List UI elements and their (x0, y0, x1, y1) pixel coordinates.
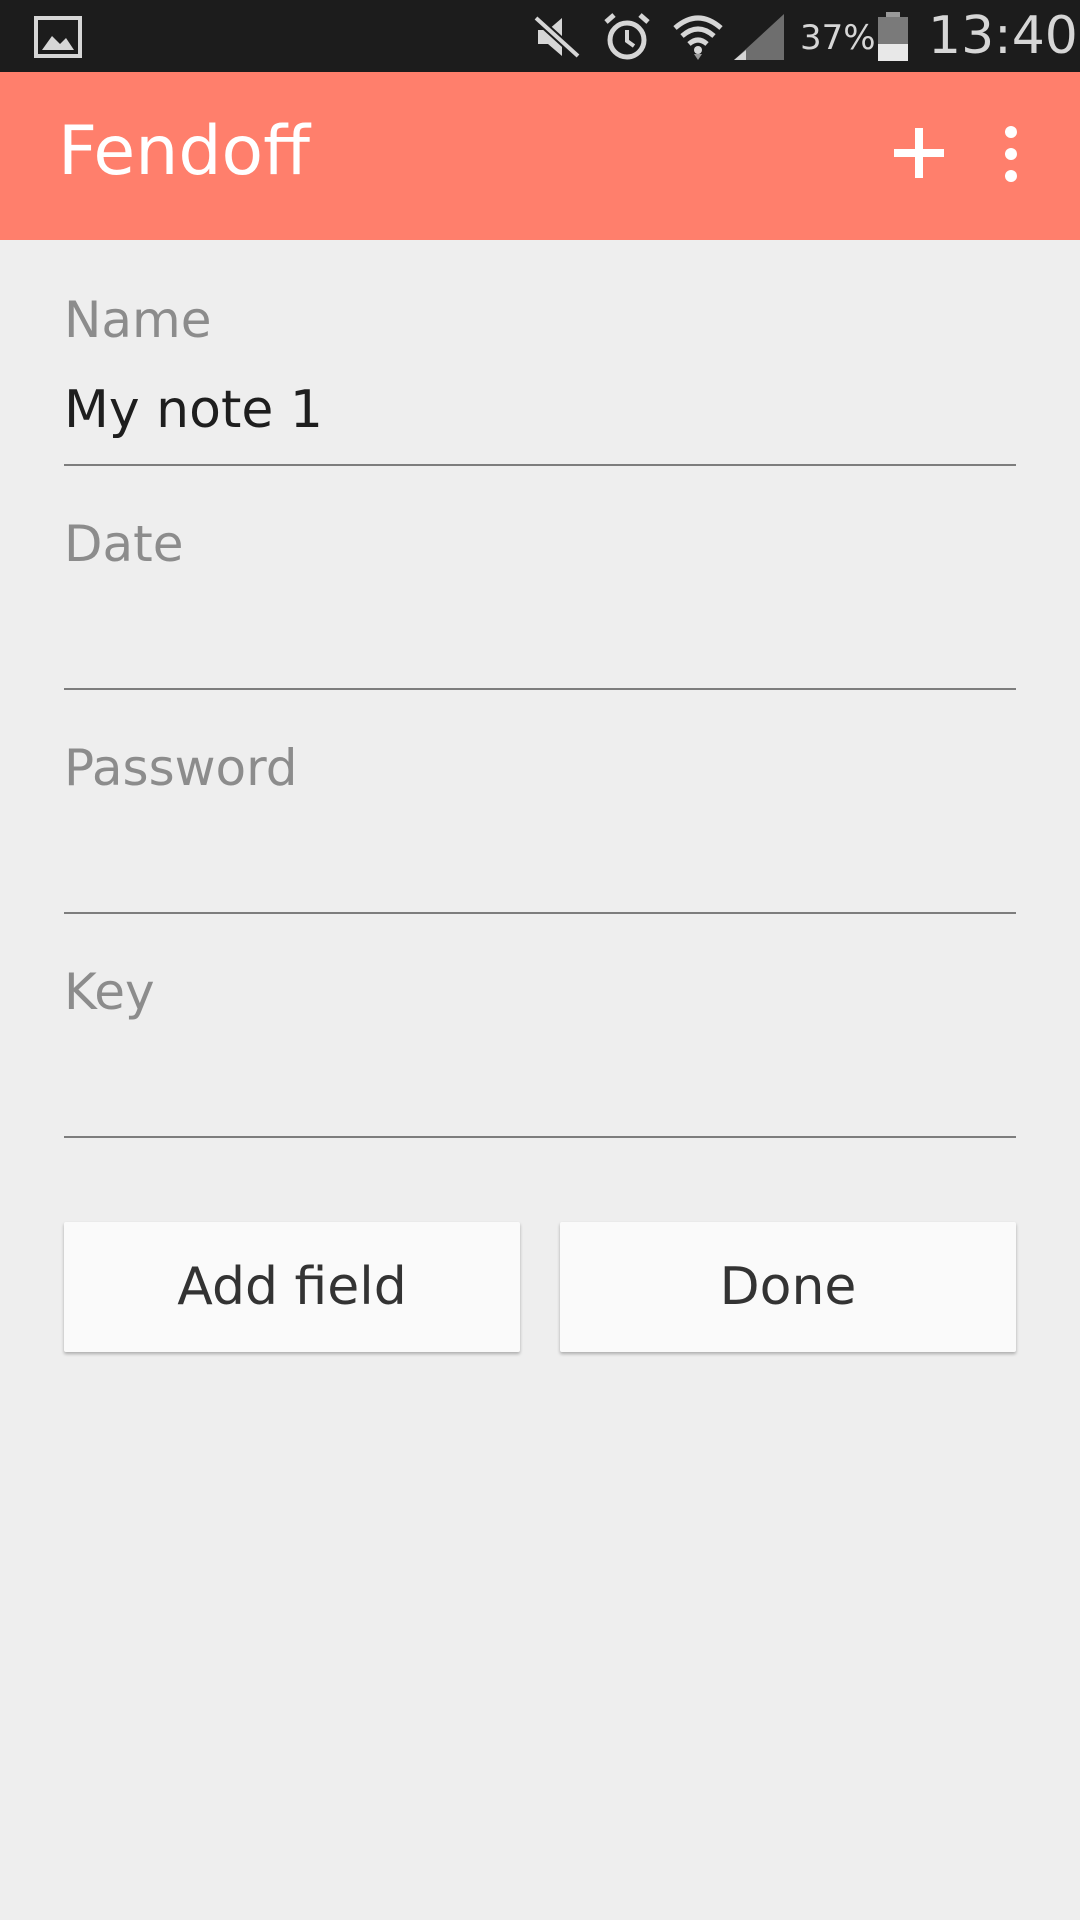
overflow-menu-icon[interactable] (996, 124, 1026, 184)
name-input-underline (64, 464, 1016, 466)
key-input-underline (64, 1136, 1016, 1138)
wifi-icon (673, 15, 723, 60)
alarm-icon (604, 13, 650, 60)
note-form: Name My note 1 Date Password Key Add fie… (0, 240, 1080, 1920)
status-bar: 37% 13:40 (0, 0, 1080, 72)
date-input[interactable] (64, 602, 1016, 666)
key-label: Key (64, 963, 155, 1021)
app-bar: Fendoff (0, 72, 1080, 240)
password-input[interactable] (64, 826, 1016, 890)
done-button[interactable]: Done (560, 1222, 1016, 1352)
add-icon[interactable] (892, 126, 946, 180)
battery-percent: 37% (800, 18, 876, 58)
mute-icon (533, 15, 581, 59)
date-label: Date (64, 515, 184, 573)
add-field-button[interactable]: Add field (64, 1222, 520, 1352)
name-label: Name (64, 291, 212, 349)
battery-icon (878, 12, 908, 61)
date-input-underline (64, 688, 1016, 690)
gallery-notification-icon (34, 16, 82, 58)
app-title: Fendoff (58, 112, 310, 191)
password-label: Password (64, 739, 298, 797)
key-input[interactable] (64, 1050, 1016, 1114)
clock: 13:40 (928, 6, 1078, 66)
name-input[interactable]: My note 1 (64, 378, 1016, 442)
signal-icon (734, 14, 784, 60)
password-input-underline (64, 912, 1016, 914)
